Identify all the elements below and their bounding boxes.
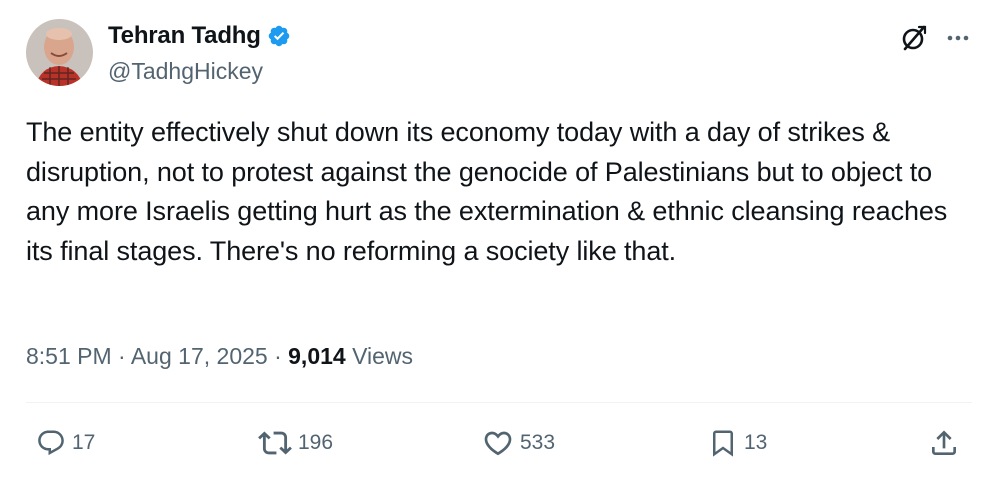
author-name[interactable]: Tehran Tadhg bbox=[108, 21, 291, 51]
grok-icon bbox=[902, 25, 927, 51]
tweet-time[interactable]: 8:51 PM bbox=[26, 343, 112, 369]
bookmark-count: 13 bbox=[744, 431, 768, 454]
bookmark-button[interactable]: 13 bbox=[708, 425, 767, 461]
repost-button[interactable]: 196 bbox=[258, 425, 333, 461]
grok-button[interactable] bbox=[898, 22, 930, 54]
meta-separator: · bbox=[274, 343, 282, 369]
reply-count: 17 bbox=[72, 431, 96, 454]
tweet-card: Tehran Tadhg @TadhgHickey The entity eff… bbox=[0, 0, 1000, 483]
more-icon bbox=[947, 35, 969, 41]
author-name-text: Tehran Tadhg bbox=[108, 22, 261, 49]
tweet-text: The entity effectively shut down its eco… bbox=[26, 117, 948, 266]
reply-icon bbox=[38, 430, 64, 456]
bookmark-icon bbox=[713, 430, 733, 457]
avatar[interactable] bbox=[26, 19, 93, 86]
repost-icon bbox=[258, 431, 292, 455]
reply-button[interactable]: 17 bbox=[36, 425, 95, 461]
avatar-image bbox=[26, 19, 93, 86]
share-button[interactable] bbox=[928, 425, 960, 461]
share-icon bbox=[932, 430, 956, 455]
views-count: 9,014 bbox=[288, 343, 346, 369]
more-options-button[interactable] bbox=[942, 22, 974, 54]
divider bbox=[26, 402, 972, 403]
tweet-date[interactable]: Aug 17, 2025 bbox=[131, 343, 268, 369]
repost-count: 196 bbox=[298, 431, 334, 454]
verified-badge-icon bbox=[267, 24, 291, 48]
tweet-meta: 8:51 PM · Aug 17, 2025 · 9,014 Views bbox=[26, 340, 413, 372]
like-button[interactable]: 533 bbox=[482, 425, 555, 461]
like-count: 533 bbox=[520, 431, 556, 454]
heart-icon bbox=[484, 431, 512, 456]
meta-separator: · bbox=[118, 343, 126, 369]
views-label: Views bbox=[352, 343, 414, 369]
author-handle[interactable]: @TadhgHickey bbox=[108, 57, 263, 85]
